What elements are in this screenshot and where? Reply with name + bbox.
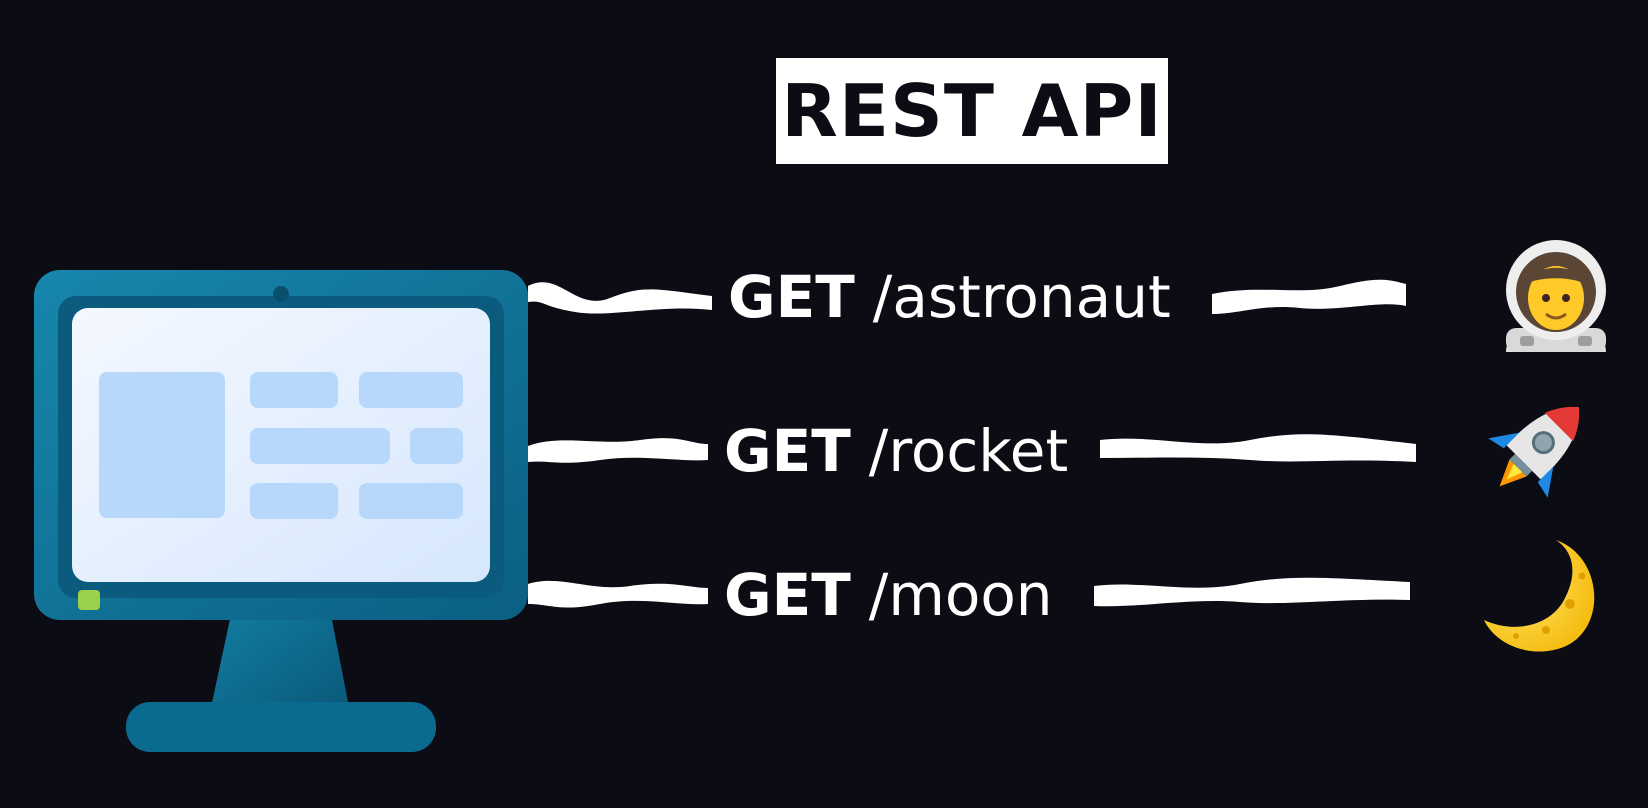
desktop-computer-icon — [34, 270, 528, 752]
astronaut-icon — [1506, 240, 1606, 352]
http-method: GET — [724, 561, 851, 629]
request-rocket: GET/rocket — [724, 422, 1068, 480]
endpoint-path: /moon — [868, 561, 1053, 629]
crescent-moon-icon — [1484, 540, 1595, 652]
screen-block — [410, 428, 463, 464]
wavy-line-right — [1100, 434, 1416, 462]
request-moon: GET/moon — [724, 566, 1053, 624]
screen-block — [359, 372, 463, 408]
wavy-line-right — [1212, 279, 1406, 314]
monitor-stand-neck — [210, 610, 350, 712]
wavy-line-left — [528, 580, 708, 608]
rest-api-diagram: REST API GET/astronaut GET/rocket GET/mo… — [0, 0, 1648, 808]
endpoint-path: /astronaut — [872, 263, 1171, 331]
wavy-line-right — [1094, 577, 1410, 607]
http-method: GET — [724, 417, 851, 485]
screen-block — [359, 483, 463, 519]
screen-block — [99, 372, 225, 518]
wavy-line-left — [528, 438, 708, 463]
power-led — [78, 590, 100, 610]
screen-block — [250, 428, 390, 464]
wavy-line-left — [528, 282, 712, 314]
rocket-icon — [1488, 406, 1580, 498]
request-astronaut: GET/astronaut — [728, 268, 1171, 326]
monitor-stand-base — [126, 702, 436, 752]
title-box: REST API — [776, 58, 1168, 164]
http-method: GET — [728, 263, 855, 331]
endpoint-path: /rocket — [868, 417, 1069, 485]
camera-dot — [273, 286, 289, 302]
page-title: REST API — [781, 69, 1163, 153]
screen-block — [250, 372, 338, 408]
screen-block — [250, 483, 338, 519]
